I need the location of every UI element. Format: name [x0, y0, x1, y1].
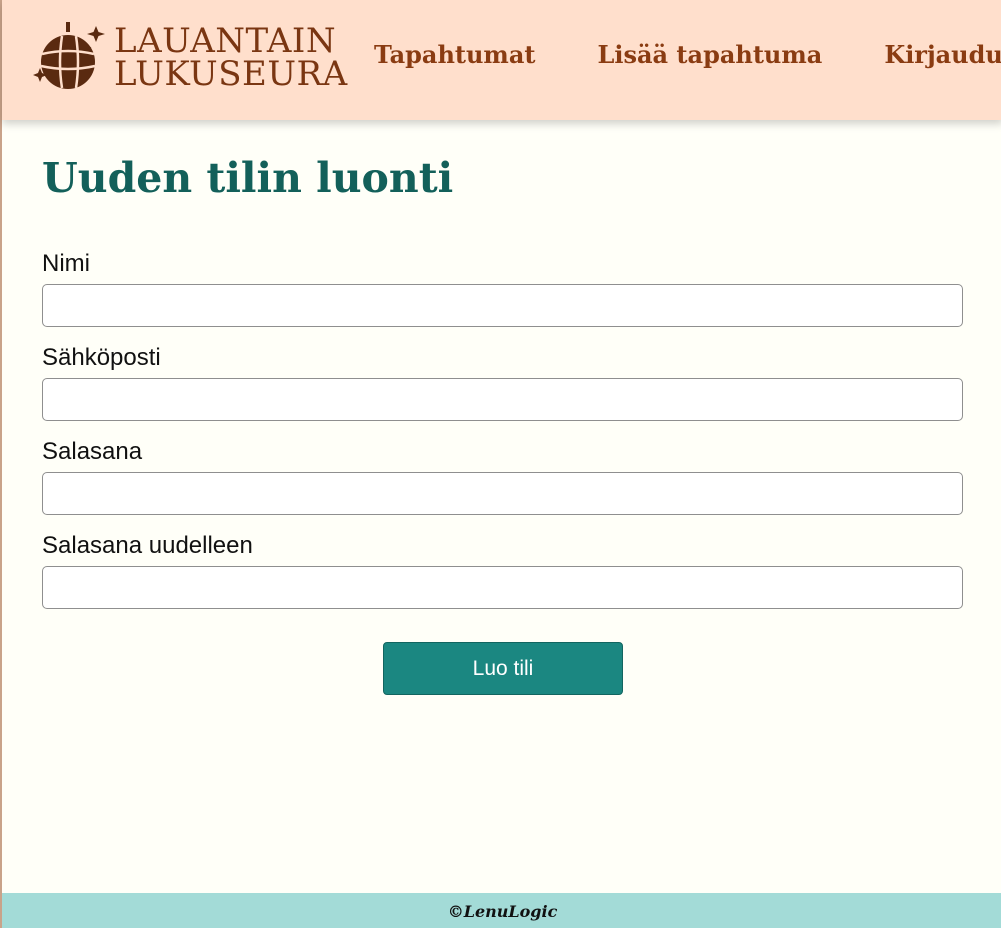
email-input[interactable]	[42, 378, 963, 421]
nav-link-add-event[interactable]: Lisää tapahtuma	[597, 40, 822, 69]
nav-link-login[interactable]: Kirjaudu	[884, 40, 1001, 69]
brand-name: LAUANTAIN LUKUSEURA	[114, 24, 348, 94]
password-confirm-label: Salasana uudelleen	[42, 532, 253, 559]
password-confirm-input[interactable]	[42, 566, 963, 609]
site-footer: ©LenuLogic	[2, 893, 1001, 928]
create-account-button[interactable]: Luo tili	[383, 642, 623, 695]
main-nav: Tapahtumat Lisää tapahtuma Kirjaudu	[374, 40, 1001, 69]
email-field-group: Sähköposti	[42, 344, 963, 421]
site-logo[interactable]: LAUANTAIN LUKUSEURA	[32, 20, 348, 96]
disco-ball-sparkles-icon	[33, 22, 105, 89]
page: LAUANTAIN LUKUSEURA Tapahtumat Lisää tap…	[0, 0, 1001, 928]
brand-line-2: LUKUSEURA	[114, 54, 348, 94]
email-label: Sähköposti	[42, 344, 161, 371]
name-input[interactable]	[42, 284, 963, 327]
name-label: Nimi	[42, 250, 90, 277]
page-title: Uuden tilin luonti	[42, 154, 454, 202]
password-confirm-field-group: Salasana uudelleen	[42, 532, 963, 609]
footer-copyright: ©LenuLogic	[447, 902, 558, 921]
password-input[interactable]	[42, 472, 963, 515]
name-field-group: Nimi	[42, 250, 963, 327]
site-header: LAUANTAIN LUKUSEURA Tapahtumat Lisää tap…	[2, 0, 1001, 120]
nav-link-events[interactable]: Tapahtumat	[374, 40, 535, 69]
password-field-group: Salasana	[42, 438, 963, 515]
password-label: Salasana	[42, 438, 143, 465]
